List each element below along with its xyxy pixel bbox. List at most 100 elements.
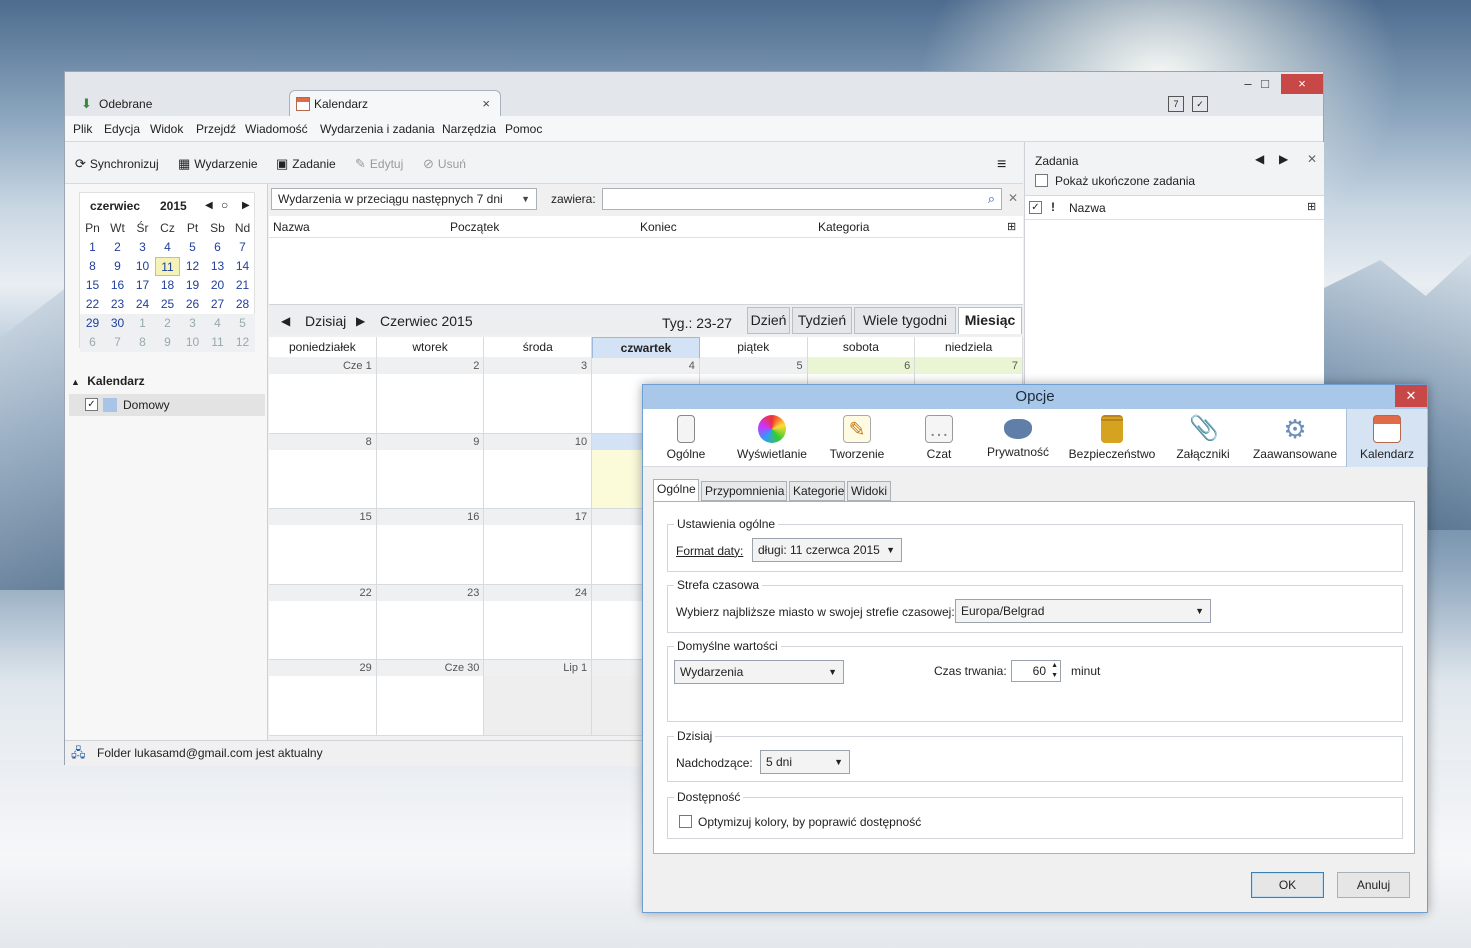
mini-day[interactable]: 3 [180, 314, 205, 333]
accessibility-checkbox[interactable] [679, 815, 692, 828]
today-button[interactable]: Dzisiaj [305, 313, 346, 329]
mini-day[interactable]: 18 [155, 276, 180, 295]
pref-attachments[interactable]: 📎 Załączniki [1175, 409, 1231, 467]
column-picker-icon[interactable]: ⊞ [1007, 220, 1016, 233]
mini-day[interactable]: 17 [130, 276, 155, 295]
column-poczatek[interactable]: Początek [450, 220, 499, 234]
mini-month[interactable]: czerwiec [90, 199, 140, 213]
view-tab-month[interactable]: Miesiąc [958, 307, 1022, 334]
tab-close-icon[interactable]: × [482, 96, 490, 111]
mini-day[interactable]: 6 [205, 238, 230, 257]
sync-button[interactable]: ⟳ Synchronizuj [75, 156, 159, 172]
mini-day[interactable]: 20 [205, 276, 230, 295]
mini-day[interactable]: 9 [155, 333, 180, 352]
mini-day[interactable]: 2 [155, 314, 180, 333]
duration-input[interactable]: 60 ▲ ▼ [1011, 660, 1061, 682]
menu-wydarzenia[interactable]: Wydarzenia i zadania [320, 122, 435, 136]
mini-day[interactable]: 22 [80, 295, 105, 314]
mini-day[interactable]: 5 [180, 238, 205, 257]
day-cell[interactable]: 22 [269, 584, 377, 661]
pref-privacy[interactable]: Prywatność [983, 409, 1053, 467]
mini-day[interactable]: 16 [105, 276, 130, 295]
mini-day[interactable]: 29 [80, 314, 105, 333]
mini-day[interactable]: 3 [130, 238, 155, 257]
calendar-tab-icon[interactable]: 7 [1168, 96, 1184, 112]
show-completed-checkbox[interactable] [1035, 174, 1048, 187]
menu-plik[interactable]: Plik [73, 122, 92, 136]
day-cell[interactable]: 9 [376, 433, 485, 510]
day-cell[interactable]: 29 [269, 660, 377, 736]
prev-month-icon[interactable]: ◀ [205, 200, 213, 211]
pref-advanced[interactable]: ⚙ Zaawansowane [1251, 409, 1339, 467]
pref-composition[interactable]: ✎ Tworzenie [823, 409, 891, 467]
pref-chat[interactable]: … Czat [915, 409, 963, 467]
edit-button[interactable]: ✎ Edytuj [355, 156, 403, 172]
next-month-icon[interactable]: ▶ [242, 200, 250, 211]
event-range-select[interactable]: Wydarzenia w przeciągu następnych 7 dni … [271, 188, 537, 210]
day-cell[interactable]: 16 [376, 509, 485, 585]
mini-day[interactable]: 10 [180, 333, 205, 352]
search-input[interactable]: ⌕ [602, 188, 1002, 210]
mini-day[interactable]: 14 [230, 257, 255, 276]
cancel-button[interactable]: Anuluj [1337, 872, 1410, 898]
delete-button[interactable]: ⊘ Usuń [423, 156, 466, 172]
mini-day[interactable]: 8 [130, 333, 155, 352]
day-cell[interactable]: 8 [269, 433, 377, 510]
day-cell[interactable]: Cze 1 [269, 358, 377, 434]
menu-pomoc[interactable]: Pomoc [505, 122, 542, 136]
task-complete-column-icon[interactable]: ✓ [1029, 201, 1042, 214]
view-tab-week[interactable]: Tydzień [792, 307, 852, 334]
calendar-checkbox[interactable]: ✓ [85, 398, 98, 411]
next-icon[interactable]: ▶ [1279, 152, 1288, 166]
mini-day[interactable]: 30 [105, 314, 130, 333]
mini-day[interactable]: 15 [80, 276, 105, 295]
search-icon[interactable]: ⌕ [988, 191, 995, 207]
prev-icon[interactable]: ◀ [281, 314, 290, 328]
mini-day[interactable]: 27 [205, 295, 230, 314]
pref-security[interactable]: Bezpieczeństwo [1067, 409, 1157, 467]
tab-kalendarz[interactable]: Kalendarz × [289, 90, 501, 117]
day-cell[interactable]: 23 [376, 584, 485, 661]
mini-day[interactable]: 12 [180, 257, 205, 276]
mini-day[interactable]: 7 [230, 238, 255, 257]
mini-day[interactable]: 28 [230, 295, 255, 314]
calendar-item-domowy[interactable]: ✓ Domowy [69, 394, 265, 416]
new-event-button[interactable]: ▦ Wydarzenie [178, 156, 258, 172]
menu-edycja[interactable]: Edycja [104, 122, 140, 136]
mini-day[interactable]: 1 [130, 314, 155, 333]
mini-day[interactable]: 2 [105, 238, 130, 257]
tasks-tab-icon[interactable]: ✓ [1192, 96, 1208, 112]
ok-button[interactable]: OK [1251, 872, 1324, 898]
menu-narzedzia[interactable]: Narzędzia [442, 122, 496, 136]
dialog-close-button[interactable]: ✕ [1395, 385, 1427, 407]
pref-calendar[interactable]: Kalendarz [1346, 409, 1428, 467]
column-nazwa[interactable]: Nazwa [273, 220, 310, 234]
prev-icon[interactable]: ◀ [1255, 152, 1264, 166]
mini-day[interactable]: 26 [180, 295, 205, 314]
subtab-views[interactable]: Widoki [847, 481, 891, 501]
timezone-select[interactable]: Europa/Belgrad ▼ [955, 599, 1211, 623]
mini-day[interactable]: 24 [130, 295, 155, 314]
mini-day[interactable]: 8 [80, 257, 105, 276]
priority-column[interactable]: ! [1051, 200, 1055, 214]
default-type-select[interactable]: Wydarzenia ▼ [674, 660, 844, 684]
pref-display[interactable]: Wyświetlanie [731, 409, 813, 467]
day-cell[interactable]: 15 [269, 509, 377, 585]
app-menu-icon[interactable]: ≡ [997, 156, 1006, 174]
day-cell[interactable]: 10 [484, 433, 593, 510]
today-circle-icon[interactable]: ○ [221, 198, 228, 212]
close-button[interactable]: × [1281, 74, 1323, 94]
mini-day[interactable]: 7 [105, 333, 130, 352]
tasks-name-column[interactable]: Nazwa [1069, 201, 1106, 215]
mini-day[interactable]: 11 [205, 333, 230, 352]
date-format-select[interactable]: długi: 11 czerwca 2015 ▼ [752, 538, 902, 562]
subtab-reminders[interactable]: Przypomnienia [701, 481, 787, 501]
mini-day[interactable]: 5 [230, 314, 255, 333]
mini-day[interactable]: 9 [105, 257, 130, 276]
upcoming-select[interactable]: 5 dni ▼ [760, 750, 850, 774]
day-cell[interactable]: 3 [484, 358, 593, 434]
mini-day[interactable]: 1 [80, 238, 105, 257]
mini-day[interactable]: 25 [155, 295, 180, 314]
tab-odebrane[interactable]: ⬇ Odebrane [75, 90, 295, 117]
close-icon[interactable]: ✕ [1307, 152, 1317, 166]
